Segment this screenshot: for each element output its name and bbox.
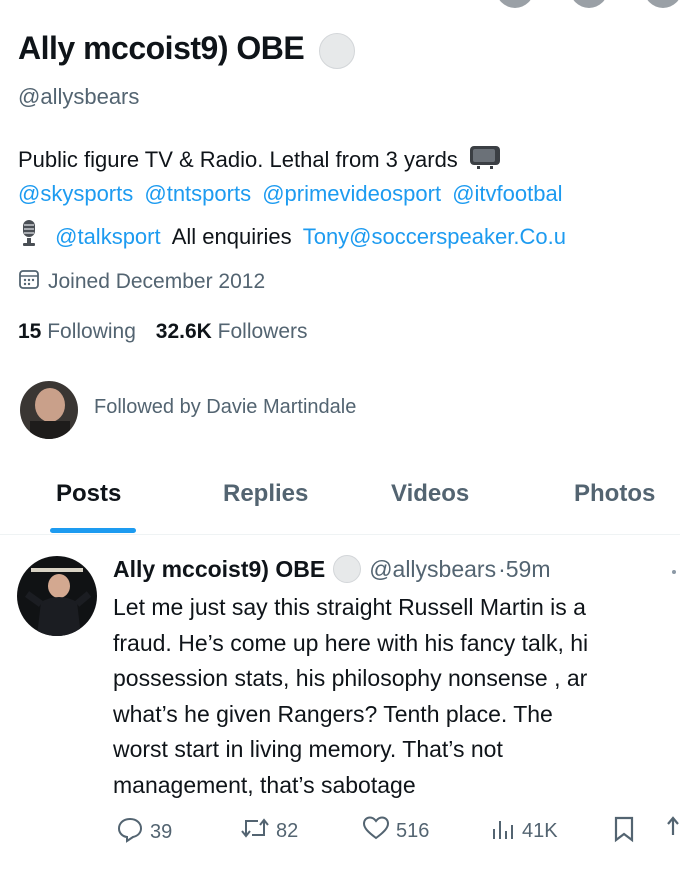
followers-count: 32.6K [155, 320, 212, 343]
followed-by-text[interactable]: Followed by Davie Martindale [94, 396, 356, 419]
followers-link[interactable]: 32.6K Followers [156, 320, 308, 343]
tweet-text-line: what’s he given Rangers? Tenth place. Th… [113, 700, 553, 727]
microphone-icon [18, 219, 40, 253]
badge-icon [333, 555, 362, 583]
tab-replies[interactable]: Replies [223, 480, 308, 508]
tweet-time[interactable]: ·59m [498, 556, 550, 583]
tweet-text-line: Let me just say this straight Russell Ma… [113, 594, 586, 620]
views-icon [490, 815, 516, 847]
repost-count: 82 [276, 819, 299, 842]
share-icon [666, 815, 680, 849]
tweet-text-line: fraud. He’s come up here with his fancy … [113, 629, 589, 656]
tweet-author-name[interactable]: Ally mccoist9) OBE [113, 556, 325, 583]
reply-count: 39 [150, 820, 173, 843]
bio-text: Public figure TV & Radio. Lethal from 3 … [18, 147, 458, 172]
tweet-avatar[interactable] [17, 556, 97, 636]
bio-mention-link[interactable]: @primevideosport [262, 181, 441, 206]
top-bar-fragment [0, 0, 680, 8]
top-action-button[interactable] [644, 0, 680, 8]
like-icon [362, 815, 390, 847]
top-action-button[interactable] [570, 0, 608, 8]
bio-line-1: Public figure TV & Radio. Lethal from 3 … [18, 144, 501, 176]
following-count: 15 [18, 320, 42, 343]
tweet-body: Let me just say this straight Russell Ma… [113, 590, 680, 803]
bookmark-icon [612, 815, 636, 849]
views-button[interactable]: 41K [490, 815, 558, 847]
profile-name-row: Ally mccoist9) OBE [18, 30, 355, 69]
tab-photos[interactable]: Photos [574, 480, 655, 508]
repost-icon [240, 815, 270, 847]
tweet-text-line: management, that’s sabotage [113, 771, 416, 798]
tweet-text-line: possession stats, his philosophy nonsens… [113, 665, 588, 691]
active-tab-indicator [50, 528, 136, 533]
following-link[interactable]: 15 Following [18, 320, 136, 343]
bio-mention-link[interactable]: @skysports [18, 181, 133, 206]
bio-mention-link[interactable]: @talksport [55, 224, 160, 249]
tweet-author-handle[interactable]: @allysbears [369, 556, 496, 583]
joined-date: Joined December 2012 [48, 270, 266, 293]
tab-posts[interactable]: Posts [56, 480, 121, 508]
bio-email-link[interactable]: Tony@soccerspeaker.Co.u [303, 224, 566, 249]
bookmark-button[interactable] [612, 815, 636, 849]
views-count: 41K [522, 819, 558, 842]
like-count: 516 [396, 819, 430, 842]
joined-row: Joined December 2012 [18, 268, 265, 296]
following-label: Following [47, 320, 136, 343]
profile-name: Ally mccoist9) OBE [18, 30, 305, 66]
bio-line-2: @skysports @tntsports @primevideosport @… [18, 181, 563, 207]
bio-line-3: @talksport All enquiries Tony@soccerspea… [18, 219, 566, 253]
reply-button[interactable]: 39 [116, 815, 172, 849]
badge-icon [318, 32, 355, 69]
follow-counts: 15 Following 32.6K Followers [18, 320, 308, 344]
repost-button[interactable]: 82 [240, 815, 298, 847]
profile-tabs: Posts Replies Videos Photos [0, 462, 680, 535]
tweet-header: Ally mccoist9) OBE @allysbears ·59m [113, 555, 551, 583]
profile-handle: @allysbears [18, 84, 140, 109]
like-button[interactable]: 516 [362, 815, 429, 847]
top-action-button[interactable] [496, 0, 534, 8]
tweet-text-line: worst start in living memory. That’s not [113, 736, 503, 762]
tv-icon [469, 144, 501, 176]
calendar-icon [18, 268, 40, 296]
bio-mention-link[interactable]: @itvfootbal [452, 181, 562, 206]
more-options-icon[interactable] [672, 570, 676, 574]
bio-text: All enquiries [171, 224, 292, 249]
tab-videos[interactable]: Videos [391, 480, 469, 508]
bio-mention-link[interactable]: @tntsports [144, 181, 251, 206]
reply-icon [116, 815, 144, 849]
follower-avatar[interactable] [20, 381, 78, 439]
followers-label: Followers [217, 320, 308, 343]
share-button[interactable] [666, 815, 680, 849]
